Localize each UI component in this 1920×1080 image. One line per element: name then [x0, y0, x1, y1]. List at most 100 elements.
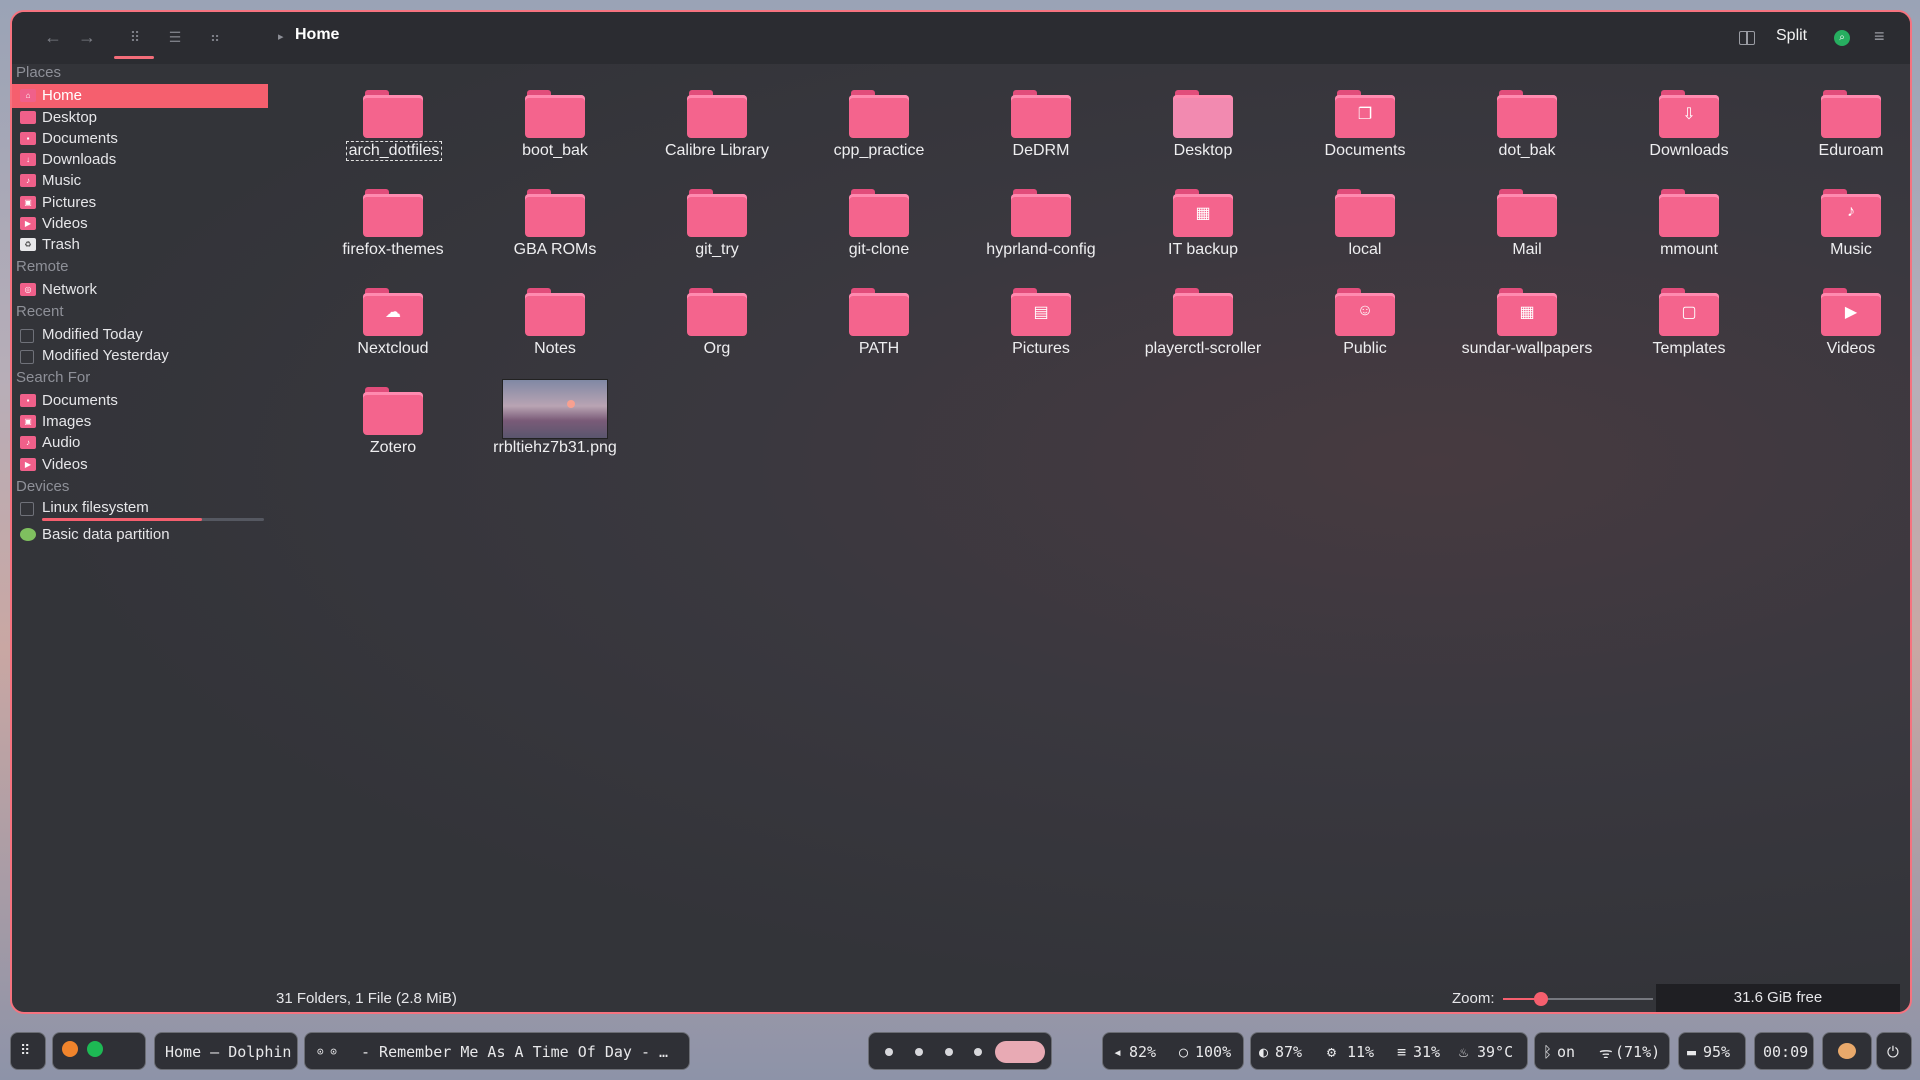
folder-item[interactable]: Notes [477, 274, 633, 364]
folder-item[interactable]: dot_bak [1449, 76, 1605, 166]
folder-emblem-icon: ▦ [1195, 205, 1211, 222]
forward-arrow-icon[interactable]: → [74, 24, 100, 50]
folder-item[interactable]: ▦ IT backup [1125, 175, 1281, 265]
clock-widget[interactable]: 00:09 [1754, 1032, 1814, 1070]
folder-item[interactable]: Calibre Library [639, 76, 795, 166]
folder-item[interactable]: boot_bak [477, 76, 633, 166]
workspace-4[interactable] [974, 1048, 982, 1056]
calendar-icon [20, 329, 34, 343]
back-arrow-icon[interactable]: ← [40, 24, 66, 50]
grid-icon: ⠿ [20, 1043, 31, 1059]
split-view-icon[interactable] [1739, 31, 1755, 45]
volume-brightness-widget[interactable]: ◂ 82% ○ 100% [1102, 1032, 1244, 1070]
folder-item[interactable]: ▤ Pictures [963, 274, 1119, 364]
section-recent: Recent [16, 303, 64, 320]
folder-item[interactable]: local [1287, 175, 1443, 265]
sidebar-item-search-audio[interactable]: ♪ Audio [12, 431, 268, 455]
calendar-icon [20, 350, 34, 364]
folder-item[interactable]: Zotero [315, 373, 471, 463]
folder-icon [525, 90, 585, 138]
sidebar-item-linux-filesystem[interactable]: Linux filesystem [12, 496, 268, 521]
workspace-2[interactable] [915, 1048, 923, 1056]
sidebar-item-network[interactable]: ◎ Network [12, 278, 268, 302]
hamburger-menu-icon[interactable]: ≡ [1874, 26, 1885, 47]
folder-item[interactable]: GBA ROMs [477, 175, 633, 265]
compact-view-icon[interactable]: ⠶ [202, 24, 228, 50]
folder-item[interactable]: DeDRM [963, 76, 1119, 166]
folder-emblem-icon: ♪ [1847, 203, 1855, 220]
folder-item[interactable]: PATH [801, 274, 957, 364]
active-window-button[interactable]: Home — Dolphin [154, 1032, 298, 1070]
dolphin-window: ← → ⠿ ☰ ⠶ ▸ Home Split ⌕ ≡ Places ⌂ Home … [10, 10, 1912, 1014]
folder-icon: ▢ [1659, 288, 1719, 336]
item-label: Calibre Library [664, 142, 770, 159]
workspace-1[interactable] [885, 1048, 893, 1056]
play-pause-icon[interactable]: ⊙ ⊙ [317, 1045, 337, 1058]
item-label: dot_bak [1498, 142, 1556, 159]
folder-emblem-icon: ☺ [1356, 302, 1374, 319]
folder-item[interactable]: ☁ Nextcloud [315, 274, 471, 364]
search-icon[interactable]: ⌕ [1834, 30, 1850, 46]
item-label: IT backup [1168, 241, 1238, 258]
folder-item[interactable]: ⇩ Downloads [1611, 76, 1767, 166]
sidebar-item-music[interactable]: ♪ Music [12, 169, 268, 193]
disk-usage-fill [42, 518, 202, 521]
icons-view-icon[interactable]: ⠿ [122, 24, 148, 50]
folder-icon [1659, 189, 1719, 237]
folder-item[interactable]: ❐ Documents [1287, 76, 1443, 166]
folder-item[interactable]: ▦ sundar-wallpapers [1449, 274, 1605, 364]
system-stats-widget: ◐ 87% ⚙ 11% ≡ 31% ♨ 39°C [1250, 1032, 1528, 1070]
item-label: Eduroam [1818, 142, 1884, 159]
sidebar-item-modified-yesterday[interactable]: Modified Yesterday [12, 344, 268, 368]
spotify-icon[interactable] [87, 1041, 103, 1057]
folder-icon [1011, 90, 1071, 138]
app-launcher-button[interactable]: ⠿ [10, 1032, 46, 1070]
folder-item[interactable]: ▢ Templates [1611, 274, 1767, 364]
zoom-slider[interactable] [1503, 992, 1653, 1006]
folder-item[interactable]: ♪ Music [1773, 175, 1910, 265]
item-label: DeDRM [1012, 142, 1070, 159]
firefox-icon[interactable] [62, 1041, 78, 1057]
folder-item[interactable]: firefox-themes [315, 175, 471, 265]
file-item[interactable]: rrbltiehz7b31.png [477, 373, 633, 463]
network-widget[interactable]: ᛒ on ᯤ (71%) [1534, 1032, 1670, 1070]
folder-item[interactable]: git-clone [801, 175, 957, 265]
power-button[interactable]: ⏻ [1876, 1032, 1912, 1070]
item-label: Org [703, 340, 731, 357]
free-space-indicator[interactable]: 31.6 GiB free [1656, 984, 1900, 1012]
folder-item[interactable]: ▶ Videos [1773, 274, 1910, 364]
folder-item[interactable]: Mail [1449, 175, 1605, 265]
pictures-folder-icon: ▣ [20, 196, 36, 209]
power-icon: ⏻ [1887, 1043, 1899, 1061]
folder-emblem-icon: ▦ [1519, 304, 1535, 321]
folder-item[interactable]: Org [639, 274, 795, 364]
zoom-slider-handle[interactable] [1533, 992, 1548, 1006]
details-view-icon[interactable]: ☰ [162, 24, 188, 50]
folder-item[interactable]: Eduroam [1773, 76, 1910, 166]
trash-icon: ♻ [20, 238, 36, 251]
item-label: Zotero [369, 439, 417, 456]
media-player-widget[interactable]: ⊙ ⊙ - Remember Me As A Time Of Day - … [304, 1032, 690, 1070]
battery-widget[interactable]: ▬ 95% [1678, 1032, 1746, 1070]
folder-item[interactable]: playerctl-scroller [1125, 274, 1281, 364]
workspace-3[interactable] [945, 1048, 953, 1056]
folder-icon [1173, 288, 1233, 336]
sidebar-item-basic-data-partition[interactable]: Basic data partition [12, 523, 268, 547]
folder-item[interactable]: Desktop [1125, 76, 1281, 166]
folder-item[interactable]: ☺ Public [1287, 274, 1443, 364]
folder-item[interactable]: mmount [1611, 175, 1767, 265]
folder-item[interactable]: cpp_practice [801, 76, 957, 166]
color-picker-button[interactable] [1822, 1032, 1872, 1070]
sidebar-item-trash[interactable]: ♻ Trash [12, 233, 268, 257]
split-button[interactable]: Split [1776, 27, 1807, 45]
folder-item[interactable]: arch_dotfiles [315, 76, 471, 166]
sidebar-item-home[interactable]: ⌂ Home [12, 84, 268, 108]
breadcrumb-home[interactable]: Home [295, 26, 339, 44]
cpu-icon: ⚙ [1327, 1043, 1337, 1061]
folder-item[interactable]: git_try [639, 175, 795, 265]
folder-item[interactable]: hyprland-config [963, 175, 1119, 265]
item-label: hyprland-config [986, 241, 1096, 258]
workspace-active[interactable] [995, 1041, 1045, 1063]
sidebar-item-search-videos[interactable]: ▶ Videos [12, 453, 268, 477]
folder-icon: ☁ [363, 288, 423, 336]
